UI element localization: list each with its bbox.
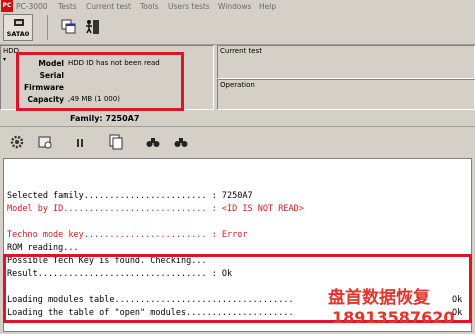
find-binoculars-icon[interactable]: [145, 134, 161, 150]
menu-tests[interactable]: Tests: [58, 1, 77, 12]
pause-icon[interactable]: [72, 135, 88, 151]
find-next-binoculars-icon[interactable]: [173, 134, 189, 150]
copy-log-icon[interactable]: [108, 134, 124, 150]
port-icon: [14, 19, 24, 26]
serial-label: Serial: [39, 71, 64, 80]
toolbar-separator: [47, 15, 48, 40]
capacity-label: Capacity: [27, 95, 65, 104]
log-line-error: Model by ID............................ …: [7, 204, 304, 214]
menu-bar: PC PC-3000 Tests Current test Tools User…: [0, 0, 475, 12]
capacity-value: ,49 MB (1 000): [68, 95, 120, 103]
log-line: Selected family........................ …: [7, 191, 253, 201]
menu-tools[interactable]: Tools: [140, 1, 158, 12]
menu-windows[interactable]: Windows: [218, 1, 251, 12]
menu-current-test[interactable]: Current test: [86, 1, 131, 12]
app-name: PC-3000: [16, 2, 48, 11]
log-line: ROM reading...: [7, 243, 79, 253]
app-logo: PC: [1, 0, 13, 12]
menu-users-tests[interactable]: Users tests: [168, 1, 210, 12]
operation-panel: Operation: [217, 79, 475, 110]
current-test-panel: Current test: [217, 45, 475, 79]
log-line-error: Techno mode key........................ …: [7, 230, 248, 240]
model-value: HDD ID has not been read: [68, 59, 160, 67]
disk-settings-icon[interactable]: [37, 134, 53, 150]
watermark-phone: 18913587620: [332, 308, 455, 327]
family-label: Family: 7250A7: [70, 114, 140, 123]
model-label: Model: [38, 59, 64, 68]
current-test-title: Current test: [220, 47, 262, 55]
settings-gear-icon[interactable]: [9, 134, 25, 150]
watermark-text: 盘首数据恢复: [328, 288, 430, 308]
firmware-label: Firmware: [24, 83, 64, 92]
operation-title: Operation: [220, 81, 255, 89]
exit-door-icon[interactable]: [85, 19, 101, 35]
sata0-label: SATA0: [6, 30, 30, 38]
menu-help[interactable]: Help: [259, 1, 276, 12]
sata0-port-button[interactable]: SATA0: [3, 14, 33, 41]
copy-windows-icon[interactable]: [61, 19, 77, 35]
